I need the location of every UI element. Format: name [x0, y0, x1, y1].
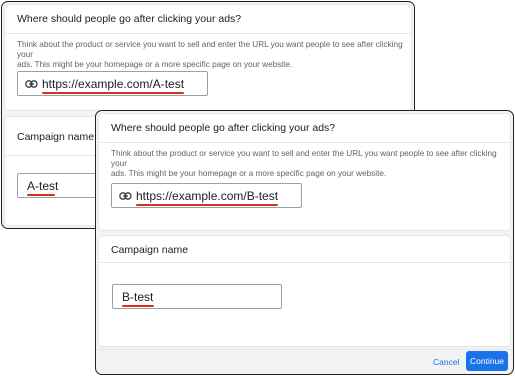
campaign-card-title: Campaign name: [17, 131, 95, 143]
spellcheck-underline: [136, 204, 278, 206]
campaign-card-divider: [99, 262, 510, 263]
continue-button[interactable]: Continue: [466, 351, 508, 371]
campaign-card: Campaign name B-test: [99, 236, 510, 346]
url-card-title: Where should people go after clicking yo…: [111, 122, 336, 134]
url-input-value: https://example.com/B-test: [136, 189, 279, 203]
campaign-card-title: Campaign name: [111, 244, 189, 256]
link-icon: [25, 80, 38, 88]
url-card-divider: [99, 142, 510, 143]
spellcheck-underline: [122, 305, 154, 307]
url-description: Think about the product or service you w…: [111, 149, 497, 178]
url-input[interactable]: https://example.com/B-test: [111, 183, 302, 208]
campaign-name-value: B-test: [122, 290, 154, 304]
url-description: Think about the product or service you w…: [17, 40, 403, 69]
cancel-button[interactable]: Cancel: [433, 357, 459, 367]
footer-divider: [96, 349, 513, 350]
spellcheck-underline: [27, 194, 55, 196]
url-card-title: Where should people go after clicking yo…: [17, 13, 242, 25]
url-input-value: https://example.com/A-test: [42, 77, 185, 91]
url-card-divider: [5, 33, 411, 34]
link-icon: [119, 192, 132, 200]
url-input[interactable]: https://example.com/A-test: [17, 71, 208, 96]
campaign-name-input[interactable]: B-test: [112, 284, 282, 309]
spellcheck-underline: [42, 92, 184, 94]
url-card: Where should people go after clicking yo…: [99, 114, 510, 230]
url-card: Where should people go after clicking yo…: [5, 5, 411, 110]
campaign-name-value: A-test: [27, 179, 59, 193]
front-window: Where should people go after clicking yo…: [95, 110, 514, 375]
